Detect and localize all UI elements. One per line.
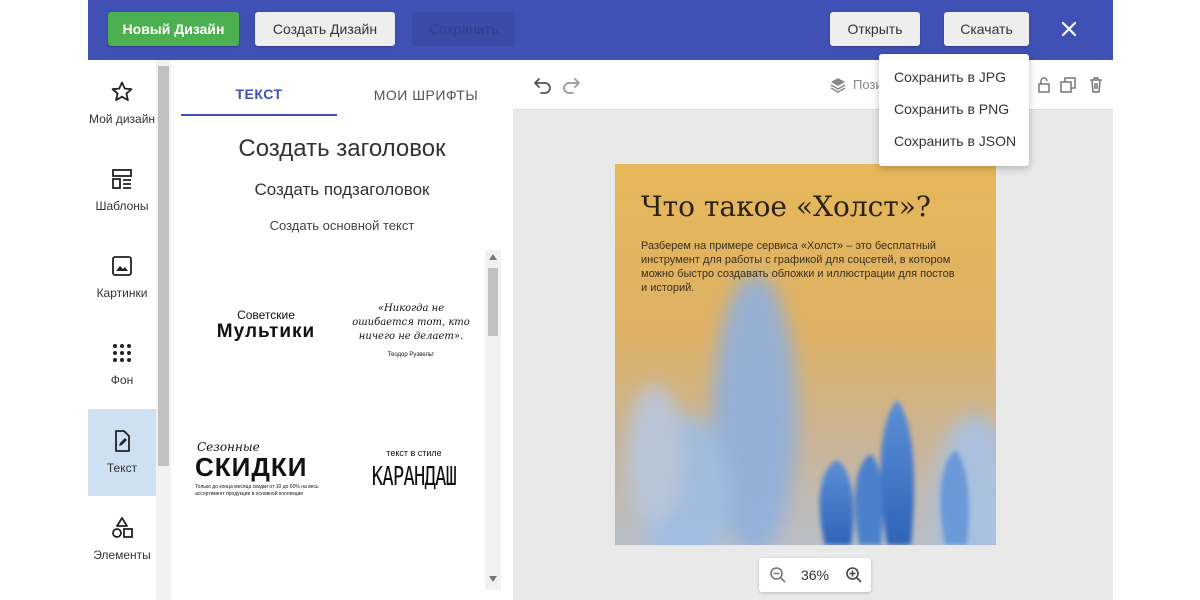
- sidebar-item-my-design[interactable]: Мой дизайн: [88, 60, 156, 147]
- sidebar-scroll-thumb[interactable]: [158, 66, 169, 466]
- redo-icon[interactable]: [561, 75, 581, 95]
- sidebar-item-label: Шаблоны: [95, 199, 149, 213]
- layers-icon[interactable]: [829, 76, 847, 94]
- text-panel: ТЕКСТ МОИ ШРИФТЫ Создать заголовок Созда…: [171, 60, 513, 600]
- star-icon: [111, 81, 133, 101]
- tab-text[interactable]: ТЕКСТ: [181, 74, 337, 116]
- sidebar-item-label: Картинки: [96, 286, 148, 300]
- create-subheading-button[interactable]: Создать подзаголовок: [171, 180, 513, 200]
- template-big-text: Мультики: [216, 321, 316, 342]
- panel-scrollbar[interactable]: [485, 250, 501, 590]
- text-edit-icon: [115, 430, 130, 452]
- sidebar-item-label: Фон: [110, 373, 134, 387]
- create-design-button[interactable]: Создать Дизайн: [255, 12, 395, 46]
- sidebar-scrollbar[interactable]: [156, 60, 171, 600]
- template-small-text: Советские: [237, 308, 295, 322]
- template-big-text: КАРАНДАШ: [371, 462, 457, 492]
- text-template-pencil[interactable]: текст в стиле КАРАНДАШ: [349, 448, 479, 492]
- scroll-down-arrow-icon[interactable]: [489, 576, 497, 582]
- panel-scroll-thumb[interactable]: [488, 268, 498, 336]
- menu-item-save-json[interactable]: Сохранить в JSON: [894, 133, 1016, 149]
- template-quote-text: «Никогда не ошибается тот, кто ничего не…: [352, 303, 470, 342]
- design-title-text[interactable]: Что такое «Холст»?: [641, 190, 931, 223]
- design-canvas[interactable]: Что такое «Холст»? Разберем на примере с…: [615, 164, 996, 545]
- lock-icon[interactable]: [1035, 76, 1053, 94]
- template-author-text: Теодор Рузвельт: [387, 352, 435, 358]
- create-heading-button[interactable]: Создать заголовок: [171, 135, 513, 163]
- app-window: Новый Дизайн Создать Дизайн Сохранить От…: [88, 0, 1113, 600]
- sidebar-item-label: Текст: [106, 461, 138, 475]
- text-template-seasonal-sale[interactable]: Сезонные СКИДКИ Только до конца месяца с…: [191, 440, 341, 498]
- download-dropdown-menu: Сохранить в JPG Сохранить в PNG Сохранит…: [879, 54, 1029, 166]
- create-body-text-button[interactable]: Создать основной текст: [171, 218, 513, 233]
- template-big-text: СКИДКИ: [195, 452, 308, 482]
- template-small-text: текст в стиле: [386, 448, 442, 458]
- open-button[interactable]: Открыть: [830, 12, 920, 46]
- sidebar-item-label: Мой дизайн: [88, 112, 156, 126]
- template-small-text: Только до конца месяца скидки от 10 до 6…: [195, 484, 319, 497]
- new-design-button[interactable]: Новый Дизайн: [108, 12, 239, 46]
- dots-grid-icon: [113, 344, 131, 362]
- duplicate-icon[interactable]: [1059, 76, 1077, 94]
- sidebar-item-text[interactable]: Текст: [88, 409, 156, 496]
- scroll-up-arrow-icon[interactable]: [489, 254, 497, 260]
- menu-item-save-png[interactable]: Сохранить в PNG: [894, 101, 1009, 117]
- shapes-icon: [112, 517, 133, 538]
- zoom-level: 36%: [800, 567, 830, 583]
- sidebar-item-elements[interactable]: Элементы: [88, 496, 156, 583]
- text-template-soviet-cartoons[interactable]: Советские Мультики: [191, 308, 341, 342]
- zoom-out-icon[interactable]: [769, 566, 787, 584]
- tab-my-fonts[interactable]: МОИ ШРИФТЫ: [351, 74, 501, 116]
- zoom-control: 36%: [759, 558, 871, 592]
- design-body-text[interactable]: Разберем на примере сервиса «Холст» – эт…: [641, 239, 961, 295]
- close-icon[interactable]: [1056, 16, 1082, 42]
- trash-icon[interactable]: [1087, 76, 1105, 94]
- sidebar-item-background[interactable]: Фон: [88, 321, 156, 408]
- sidebar-item-images[interactable]: Картинки: [88, 234, 156, 321]
- zoom-in-icon[interactable]: [845, 566, 863, 584]
- undo-icon[interactable]: [533, 75, 553, 95]
- sidebar-item-label: Элементы: [93, 548, 151, 562]
- templates-icon: [112, 169, 132, 189]
- tools-sidebar: Мой дизайн Шаблоны Картинки Фон Текст Эл…: [88, 60, 156, 600]
- menu-item-save-jpg[interactable]: Сохранить в JPG: [894, 69, 1006, 85]
- download-button[interactable]: Скачать: [944, 12, 1029, 46]
- top-toolbar: Новый Дизайн Создать Дизайн Сохранить От…: [88, 0, 1113, 60]
- image-icon: [112, 256, 132, 276]
- sidebar-item-templates[interactable]: Шаблоны: [88, 147, 156, 234]
- text-template-quote[interactable]: «Никогда не ошибается тот, кто ничего не…: [346, 302, 476, 358]
- save-button[interactable]: Сохранить: [412, 12, 515, 46]
- canvas-area: Что такое «Холст»? Разберем на примере с…: [513, 110, 1113, 600]
